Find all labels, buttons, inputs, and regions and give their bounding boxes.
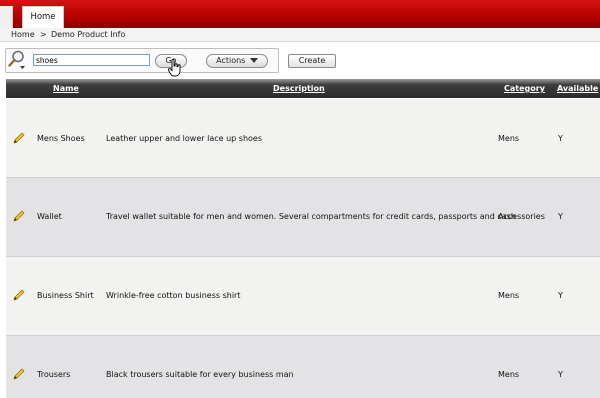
actions-menu-button[interactable]: Actions <box>206 54 268 68</box>
cell-description: Travel wallet suitable for men and women… <box>106 212 516 221</box>
breadcrumb-current: Demo Product Info <box>51 30 126 39</box>
column-header-category[interactable]: Category <box>504 79 545 98</box>
pencil-edit-icon[interactable] <box>13 210 25 222</box>
search-input[interactable] <box>33 54 150 66</box>
cell-name: Mens Shoes <box>37 134 85 143</box>
cell-available: Y <box>558 134 563 143</box>
hand-pointer-icon <box>168 59 181 77</box>
cell-category: Mens <box>498 134 520 143</box>
column-header-available[interactable]: Available <box>557 79 598 98</box>
cell-available: Y <box>558 291 563 300</box>
cell-name: Wallet <box>37 212 62 221</box>
cell-description: Leather upper and lower lace up shoes <box>106 134 262 143</box>
column-header-name[interactable]: Name <box>53 79 79 98</box>
cell-category: Mens <box>498 370 520 379</box>
tab-left-edge <box>0 6 13 28</box>
cell-category: Mens <box>498 291 520 300</box>
breadcrumb-separator: > <box>40 30 47 39</box>
table-row: Mens Shoes Leather upper and lower lace … <box>6 99 600 178</box>
table-row: Wallet Travel wallet suitable for men an… <box>6 178 600 257</box>
breadcrumb-home-link[interactable]: Home <box>11 28 35 41</box>
top-navigation-bar: Home <box>0 0 600 28</box>
actions-label: Actions <box>216 56 246 65</box>
create-button[interactable]: Create <box>288 54 336 68</box>
cell-name: Trousers <box>37 370 71 379</box>
column-header-description[interactable]: Description <box>273 79 325 98</box>
cell-description: Black trousers suitable for every busine… <box>106 370 294 379</box>
pencil-edit-icon[interactable] <box>13 132 25 144</box>
tab-home[interactable]: Home <box>22 6 64 28</box>
breadcrumb: Home > Demo Product Info <box>0 28 600 42</box>
table-row: Trousers Black trousers suitable for eve… <box>6 336 600 398</box>
cell-available: Y <box>558 212 563 221</box>
table-row: Business Shirt Wrinkle-free cotton busin… <box>6 257 600 336</box>
cell-category: Accessories <box>498 212 545 221</box>
magnifier-icon[interactable] <box>7 49 27 71</box>
pencil-edit-icon[interactable] <box>13 289 25 301</box>
cell-name: Business Shirt <box>37 291 94 300</box>
report-table-header: Name Description Category Available <box>6 79 600 98</box>
triangle-down-icon <box>249 57 258 63</box>
cell-description: Wrinkle-free cotton business shirt <box>106 291 241 300</box>
pencil-edit-icon[interactable] <box>13 368 25 380</box>
cell-available: Y <box>558 370 563 379</box>
